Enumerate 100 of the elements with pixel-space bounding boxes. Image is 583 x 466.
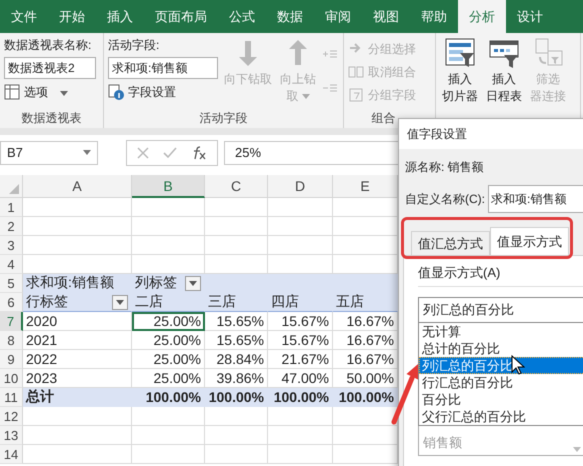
table-cell [268,407,333,426]
ribbon-tab[interactable]: 帮助 [410,0,458,33]
options-button[interactable]: 选项 [4,82,96,102]
group-label: 数据透视表 [22,111,82,125]
row-header[interactable]: 5 [0,274,23,293]
table-cell [268,198,333,217]
ribbon-tab[interactable]: 设计 [506,0,554,33]
timeline-button[interactable]: 插入 日程表 [484,37,524,108]
pivot-header: 四店 [271,293,299,311]
table-icon [4,84,20,100]
dropdown-option[interactable]: 列汇总的百分比 [419,357,583,374]
collapse-icon [322,83,338,93]
ribbon-tab[interactable]: 开始 [48,0,96,33]
function-icon[interactable] [191,146,207,160]
pivot-header: 求和项:销售额 [26,274,114,292]
pivot-header: 二店 [135,293,163,311]
row-header[interactable]: 8 [0,331,23,350]
table-cell: 25.00% [132,331,205,350]
table-cell: 25.00% [132,312,205,331]
ribbon-tab[interactable]: 插入 [96,0,144,33]
calendar-icon [348,87,364,103]
custom-name-field[interactable]: 求和项:销售额 [488,185,583,213]
field-settings-button[interactable]: 字段设置 [108,82,218,102]
table-cell [205,407,268,426]
field-label: 数据透视表名称: [4,37,92,54]
table-cell [205,445,268,464]
row-header[interactable]: 6 [0,293,23,312]
show-values-dropdown[interactable]: 列汇总的百分比 [418,297,583,323]
ribbon-tab[interactable]: 审阅 [314,0,362,33]
table-cell: 15.65% [205,331,268,350]
table-cell: 15.67% [268,312,333,331]
table-cell: 100.00% [268,388,333,407]
ribbon-tab[interactable]: 公式 [218,0,266,33]
pivot-header: 三店 [208,293,236,311]
row-header[interactable]: 3 [0,236,23,255]
group-label: 组合 [372,111,396,125]
pivot-header: 列标签 [135,274,177,292]
row-header[interactable]: 9 [0,350,23,369]
column-header[interactable]: B [132,175,205,198]
source-label: 源名称: [405,158,444,176]
filter-dropdown[interactable] [185,276,201,290]
table-cell: 100.00% [205,388,268,407]
row-header[interactable]: 10 [0,369,23,388]
table-cell: 28.84% [205,350,268,369]
dropdown-option[interactable]: 无计算 [419,323,583,340]
show-values-label: 值显示方式(A) [418,265,500,280]
row-header[interactable]: 11 [0,388,23,407]
table-cell [205,426,268,445]
table-cell [268,445,333,464]
table-cell: 2020 [23,312,132,331]
active-field-input[interactable]: 求和项:销售额 [108,57,218,79]
dialog-title: 值字段设置 [407,126,467,142]
table-cell: 2022 [23,350,132,369]
table-cell: 100.00% [132,388,205,407]
dropdown-option[interactable]: 行汇总的百分比 [419,374,583,391]
ribbon-tab[interactable]: 页面布局 [144,0,218,33]
row-header[interactable]: 1 [0,198,23,217]
row-header[interactable]: 4 [0,255,23,274]
column-header[interactable]: C [205,175,268,198]
table-cell [205,236,268,255]
ribbon-tab[interactable]: 文件 [0,0,48,33]
caret-icon [116,300,124,304]
custom-name-label: 自定义名称(C): [405,190,485,208]
table-cell [205,198,268,217]
table-cell: 15.65% [205,312,268,331]
settings-icon [108,84,124,100]
ribbon-tab[interactable]: 分析 [458,0,506,33]
row-header[interactable]: 7 [0,312,23,331]
pivot-header: 行标签 [26,293,68,311]
dropdown-option[interactable]: 百分比 [419,391,583,408]
check-icon[interactable] [163,146,177,158]
table-cell: 2021 [23,331,132,350]
table-cell [268,236,333,255]
down-arrow-icon [239,40,257,66]
pivot-header: 五店 [336,293,364,311]
dialog-tab[interactable]: 值汇总方式 [411,231,490,255]
ribbon-tab[interactable]: 数据 [266,0,314,33]
column-header[interactable]: E [333,175,398,198]
dropdown-option[interactable]: 父行汇总的百分比 [419,408,583,425]
column-header[interactable]: D [268,175,333,198]
ungroup-icon [348,64,364,80]
filter-dropdown[interactable] [112,294,128,310]
field-label: 活动字段: [108,37,160,54]
dialog-tab[interactable]: 值显示方式 [490,227,569,255]
slicer-button[interactable]: 插入 切片器 [440,37,480,108]
name-box[interactable]: B7 [0,140,98,164]
caret-icon [573,447,581,452]
pivot-name-field[interactable]: 数据透视表2 [4,57,96,79]
row-header[interactable]: 2 [0,217,23,236]
row-header[interactable]: 13 [0,426,23,445]
column-header[interactable]: A [23,175,132,198]
table-cell: 25.00% [132,350,205,369]
slicer-icon [444,37,476,69]
caret-icon [189,280,197,286]
group-label: 活动字段 [200,111,248,125]
table-cell [205,217,268,236]
ribbon-tab[interactable]: 视图 [362,0,410,33]
dropdown-option[interactable]: 总计的百分比 [419,340,583,357]
row-header[interactable]: 14 [0,445,23,464]
row-header[interactable]: 12 [0,407,23,426]
